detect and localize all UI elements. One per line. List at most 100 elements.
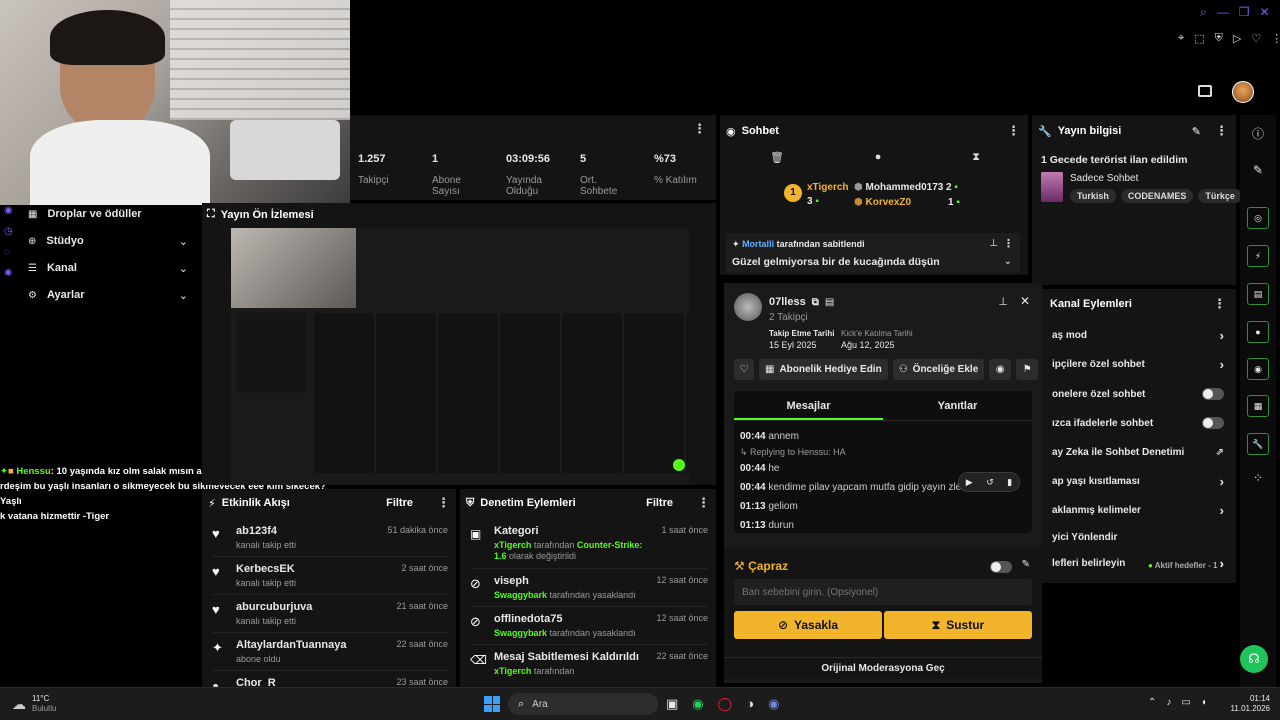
hourglass-icon[interactable]: ⧗ [972,151,980,164]
pencil-icon[interactable]: ✎ [1022,559,1030,570]
copy-icon[interactable]: ⧉ [812,297,819,308]
channel-action-item[interactable]: yici Yönlendir [1052,524,1224,550]
pin-icon[interactable]: ⊥ [998,295,1008,308]
activity-item[interactable]: ♥ aburcuburjuva kanalı takip etti 21 saat… [212,595,448,633]
add-priority-button[interactable]: ⚇ Önceliğe Ekle [892,359,985,380]
task-view-icon[interactable]: ▣ [666,696,678,712]
original-moderation-button[interactable]: Orijinal Moderasyona Geç [724,657,1042,679]
heart-icon[interactable]: ♡ [1251,32,1261,45]
ban-toggle[interactable] [990,561,1012,573]
activity-item[interactable]: ◓ Chor_R 23 saat önce [212,671,448,687]
more-icon[interactable]: ⋮ [1271,32,1280,45]
activity-filter-button[interactable]: Filtre [386,497,413,509]
rail-chat-icon[interactable]: ◌ [4,247,24,258]
rail-layout-button[interactable]: ▦ [1247,395,1269,417]
tab-replies[interactable]: Yanıtlar [883,391,1032,420]
shield-icon[interactable]: ⛨ [1215,32,1223,45]
moderation-item[interactable]: ⊘ offlinedota75 Swaggybark tarafından ya… [470,607,708,645]
channel-action-item[interactable]: onelere özel sohbet [1052,380,1224,408]
trash-icon[interactable]: ▮ [1007,477,1012,488]
moderation-kebab[interactable]: ⋮ [697,495,710,511]
rail-settings-icon[interactable]: ✺ [4,268,24,279]
rail-dashboard-icon[interactable]: ◉ [4,205,24,216]
ban-reason-input[interactable] [734,579,1032,605]
opera-icon[interactable]: ◯ [718,696,733,712]
gift-icon[interactable] [1198,85,1212,97]
channel-action-item[interactable]: ızca ifadelerle sohbet [1052,408,1224,438]
sidebar-item-settings[interactable]: ⚙ Ayarlar ⌄ [28,286,198,304]
channel-action-item[interactable]: ay Zeka ile Sohbet Denetimi ⇗ [1052,438,1224,466]
clock[interactable]: 01:14 11.01.2026 [1226,694,1270,714]
info-icon[interactable]: ⓘ [1248,125,1268,142]
activity-item[interactable]: ♥ KerbecsEK kanalı takip etti 2 saat önce [212,557,448,595]
rail-clock-icon[interactable]: ◷ [4,226,24,237]
moderation-item[interactable]: ⌫ Mesaj Sabitlemesi Kaldırıldı xTigerch … [470,645,708,682]
tab-messages[interactable]: Mesajlar [734,391,883,420]
tag-chip[interactable]: CODENAMES [1120,189,1194,203]
rail-notes-button[interactable]: ▤ [1247,283,1269,305]
watch-button[interactable]: ◉ [989,359,1012,380]
restore-icon[interactable]: ❐ [1239,5,1250,20]
close-icon[interactable]: ✕ [1020,294,1030,308]
pinned-kebab[interactable]: ⋮ [1003,237,1014,250]
chat-bubble-icon[interactable]: ● [875,151,882,164]
pin-icon[interactable]: ⊥ [989,238,998,249]
moderation-item[interactable]: ⊘ viseph Swaggybark tarafından yasakland… [470,569,708,607]
tag-chip[interactable]: Türkçe [1198,189,1242,203]
chat-message[interactable]: 00:44 annem [740,427,1026,446]
activity-kebab[interactable]: ⋮ [437,495,450,511]
toggle-switch[interactable] [1202,417,1224,429]
rail-wrench-button[interactable]: 🔧 [1247,433,1269,455]
support-button[interactable]: ☊ [1240,645,1268,673]
ban-button[interactable]: ⊘ Yasakla [734,611,882,639]
avatar[interactable] [1232,81,1254,103]
more-icon[interactable]: ⁘ [1248,471,1268,485]
channel-action-item[interactable]: aklanmış kelimeler › [1052,496,1224,524]
channel-action-item[interactable]: ap yaşı kısıtlaması › [1052,466,1224,496]
moderation-item[interactable]: ▣ Kategori xTigerch tarafından Counter-S… [470,519,708,569]
stream-preview-video[interactable] [231,228,689,485]
search-icon[interactable]: ⌕ [1200,5,1207,20]
rail-chat-button[interactable]: ● [1247,321,1269,343]
sidebar-item-drops[interactable]: ▦ Droplar ve ödüller [28,205,198,223]
channel-action-item[interactable]: aş mod › [1052,322,1224,348]
trash-icon[interactable]: 🗑 [770,151,784,164]
info-kebab[interactable]: ⋮ [1215,123,1228,139]
chevron-down-icon[interactable]: ⌄ [1004,256,1012,267]
pinned-message[interactable]: ✦ Mortalli tarafından sabitlendi ⊥ ⋮ Güz… [726,233,1020,273]
bookmark-icon[interactable]: ⌖ [1178,32,1184,45]
undo-icon[interactable]: ↺ [986,477,994,488]
screenshot-icon[interactable]: ⬚ [1194,32,1204,45]
close-icon[interactable]: ✕ [1260,5,1270,20]
card-icon[interactable]: ▤ [825,297,834,308]
pencil-icon[interactable]: ✎ [1248,163,1268,177]
stats-kebab[interactable]: ⋮ [693,121,706,137]
sidebar-item-channel[interactable]: ☰ Kanal ⌄ [28,259,198,277]
channel-action-item[interactable]: lefleri belirleyin ● Aktif hedefler - 1 › [1052,550,1224,576]
channel-action-item[interactable]: ipçilere özel sohbet › [1052,348,1224,380]
pencil-icon[interactable]: ✎ [1192,125,1201,138]
flag-button[interactable]: ⚑ [1016,359,1039,380]
network-icon[interactable]: ▭ [1181,697,1190,708]
spotify-icon[interactable]: ◉ [692,696,703,712]
mic-icon[interactable]: ♪ [1166,697,1171,708]
volume-icon[interactable]: ◖ [1201,697,1207,708]
rail-lightning-button[interactable]: ⚡ [1247,245,1269,267]
activity-item[interactable]: ✦ AltaylardanTuannaya abone oldu 22 saat … [212,633,448,671]
chat-message[interactable]: 01:13 geliom [740,497,1026,516]
discord-icon[interactable]: ◉ [768,696,779,712]
taskbar-search[interactable]: ⌕ Ara [508,693,658,715]
gift-subscription-button[interactable]: ▦ Abonelik Hediye Edin [759,359,888,380]
channel-actions-kebab[interactable]: ⋮ [1213,296,1226,312]
activity-item[interactable]: ♥ ab123f4 kanalı takip etti 51 dakika önc… [212,519,448,557]
moderation-filter-button[interactable]: Filtre [646,497,673,509]
chevron-up-icon[interactable]: ⌃ [1148,697,1156,708]
steam-icon[interactable]: ◑ [746,696,754,712]
tag-chip[interactable]: Turkish [1070,189,1116,203]
rail-broadcast-button[interactable]: ◉ [1247,358,1269,380]
minimize-icon[interactable]: — [1217,5,1229,20]
play-icon[interactable]: ▷ [1233,32,1241,45]
mute-button[interactable]: ⧗ Sustur [884,611,1032,639]
chat-kebab[interactable]: ⋮ [1007,123,1020,139]
sidebar-item-studio[interactable]: ⊕ Stüdyo ⌄ [28,232,198,250]
